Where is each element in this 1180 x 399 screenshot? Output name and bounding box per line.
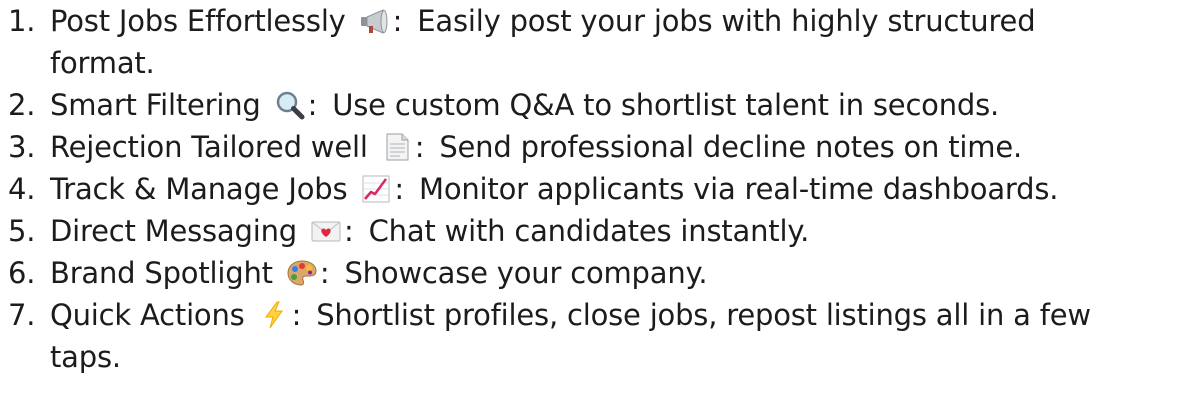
separator: : <box>307 88 318 122</box>
separator: : <box>291 298 302 332</box>
megaphone-icon <box>359 6 391 36</box>
lightning-icon <box>258 300 290 330</box>
item-number: 3. <box>8 130 36 164</box>
list-item: 3. Rejection Tailored well : Send profes… <box>0 126 1130 168</box>
item-description: Showcase your company. <box>344 256 708 290</box>
item-title: Direct Messaging <box>50 214 297 248</box>
list-item: 5. Direct Messaging : Chat with candidat… <box>0 210 1130 252</box>
item-title: Post Jobs Effortlessly <box>50 4 346 38</box>
item-title: Brand Spotlight <box>50 256 273 290</box>
item-description: Monitor applicants via real-time dashboa… <box>419 172 1059 206</box>
feature-list: 1. Post Jobs Effortlessly : Easily post … <box>0 0 1180 378</box>
item-number: 5. <box>8 214 36 248</box>
item-number: 1. <box>8 4 36 38</box>
separator: : <box>319 256 330 290</box>
separator: : <box>344 214 354 248</box>
item-title: Track & Manage Jobs <box>50 172 348 206</box>
item-number: 6. <box>8 256 36 290</box>
list-item: 2. Smart Filtering : Use custom Q&A to s… <box>0 84 1130 126</box>
love-letter-icon <box>310 216 342 246</box>
magnifier-icon <box>274 90 306 120</box>
item-number: 4. <box>8 172 36 206</box>
item-description: Use custom Q&A to shortlist talent in se… <box>332 88 1000 122</box>
item-number: 2. <box>8 88 36 122</box>
chart-increasing-icon <box>360 174 392 204</box>
item-title: Quick Actions <box>50 298 245 332</box>
item-title: Rejection Tailored well <box>50 130 368 164</box>
list-item: 1. Post Jobs Effortlessly : Easily post … <box>0 0 1130 84</box>
item-title: Smart Filtering <box>50 88 261 122</box>
separator: : <box>414 130 425 164</box>
separator: : <box>394 172 404 206</box>
palette-icon <box>286 258 318 288</box>
list-item: 6. Brand Spotlight : Showcase your compa… <box>0 252 1130 294</box>
list-item: 4. Track & Manage Jobs : Monitor applica… <box>0 168 1130 210</box>
item-description: Chat with candidates instantly. <box>368 214 810 248</box>
document-icon <box>381 132 413 162</box>
list-item: 7. Quick Actions : Shortlist profiles, c… <box>0 294 1130 378</box>
item-description: Send professional decline notes on time. <box>439 130 1022 164</box>
item-number: 7. <box>8 298 36 332</box>
separator: : <box>392 4 403 38</box>
